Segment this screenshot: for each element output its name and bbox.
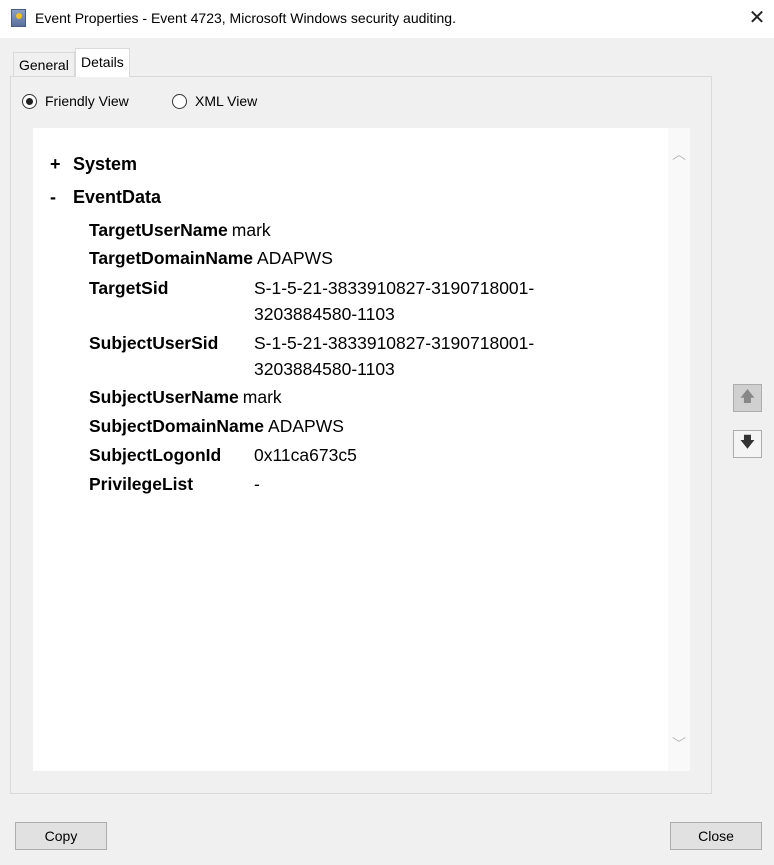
node-label: EventData xyxy=(73,187,162,207)
field-key: TargetDomainName xyxy=(89,248,254,268)
previous-event-button[interactable]: 🡅 xyxy=(733,384,762,412)
tab-general[interactable]: General xyxy=(13,52,75,76)
node-label: System xyxy=(73,154,138,174)
friendly-view-radio[interactable]: Friendly View xyxy=(22,93,129,109)
field-key: SubjectLogonId xyxy=(89,445,222,465)
vertical-scrollbar[interactable]: ︿ ﹀ xyxy=(668,128,690,771)
radio-selected-icon xyxy=(22,93,37,109)
field-key: TargetUserName xyxy=(89,220,228,240)
field-key: TargetSid xyxy=(89,278,169,298)
field-row: SubjectDomainName ADAPWS xyxy=(89,413,609,439)
friendly-view-label: Friendly View xyxy=(45,93,129,109)
expand-icon[interactable]: + xyxy=(50,154,73,175)
xml-view-radio[interactable]: XML View xyxy=(172,93,257,109)
event-details-view: + System - EventData TargetUserName mark Ta… xyxy=(33,128,668,771)
tab-details[interactable]: Details xyxy=(75,48,130,77)
field-key: PrivilegeList xyxy=(89,474,194,494)
field-key: SubjectDomainName xyxy=(89,416,265,436)
field-row: SubjectUserName mark xyxy=(89,384,609,410)
field-value: ADAPWS xyxy=(268,416,344,436)
field-row: TargetSid S-1-5-21-3833910827-3190718001-… xyxy=(89,275,609,327)
scroll-up-icon[interactable]: ︿ xyxy=(672,144,686,164)
field-value: - xyxy=(254,474,260,494)
field-key: SubjectUserName xyxy=(89,387,239,407)
field-value: ADAPWS xyxy=(257,248,333,268)
close-window-button[interactable]: ✕ xyxy=(745,5,769,30)
xml-view-label: XML View xyxy=(195,93,258,109)
title-bar: Event Properties - Event 4723, Microsoft… xyxy=(0,0,774,38)
copy-button[interactable]: Copy xyxy=(15,822,107,850)
field-row: PrivilegeList - xyxy=(89,471,609,497)
field-value: S-1-5-21-3833910827-3190718001-320388458… xyxy=(254,333,535,379)
scroll-down-icon[interactable]: ﹀ xyxy=(672,734,686,754)
field-row: TargetDomainName ADAPWS xyxy=(89,245,609,271)
arrow-down-icon: 🡇 xyxy=(739,433,756,451)
field-row: SubjectUserSid S-1-5-21-3833910827-319071… xyxy=(89,330,609,382)
event-viewer-icon xyxy=(11,9,26,27)
arrow-up-icon: 🡅 xyxy=(739,387,756,405)
radio-unselected-icon xyxy=(172,93,187,109)
window-title: Event Properties - Event 4723, Microsoft… xyxy=(35,10,456,26)
field-key: SubjectUserSid xyxy=(89,333,219,353)
field-value: 0x11ca673c5 xyxy=(254,445,357,465)
close-button[interactable]: Close xyxy=(670,822,762,850)
field-value: mark xyxy=(231,220,271,240)
tree-node-system[interactable]: + System xyxy=(50,154,137,175)
field-row: SubjectLogonId 0x11ca673c5 xyxy=(89,442,609,468)
field-row: TargetUserName mark xyxy=(89,217,609,243)
tree-node-eventdata[interactable]: - EventData xyxy=(50,187,161,208)
collapse-icon[interactable]: - xyxy=(50,187,73,208)
field-value: S-1-5-21-3833910827-3190718001-320388458… xyxy=(254,278,535,324)
field-value: mark xyxy=(242,387,282,407)
next-event-button[interactable]: 🡇 xyxy=(733,430,762,458)
